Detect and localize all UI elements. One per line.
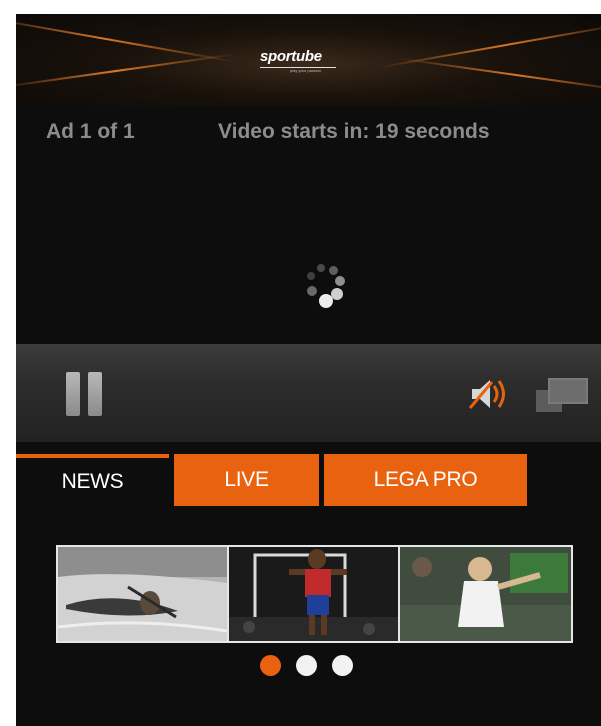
light-streak xyxy=(16,15,235,63)
tab-news[interactable]: NEWS xyxy=(16,460,169,504)
tab-news-label: NEWS xyxy=(61,470,124,493)
loading-spinner-icon xyxy=(301,262,349,310)
logo-text: sportube xyxy=(260,48,322,65)
video-player-frame: sportube play your passion Ad 1 of 1 Vid… xyxy=(16,14,601,726)
basketball-image xyxy=(229,547,398,641)
canoe-image xyxy=(58,547,227,641)
thumbnail-canoe[interactable] xyxy=(58,547,227,641)
thumbnail-tennis[interactable] xyxy=(400,547,571,641)
category-tabs: NEWS LIVE LEGA PRO xyxy=(16,454,601,510)
page-dot-2[interactable] xyxy=(296,655,317,676)
light-streak xyxy=(397,57,601,93)
player-control-bar xyxy=(16,344,601,442)
fullscreen-icon xyxy=(536,378,588,412)
ad-countdown-label: Video starts in: 19 seconds xyxy=(218,120,490,143)
thumbnail-basketball[interactable] xyxy=(229,547,398,641)
tab-live[interactable]: LIVE xyxy=(174,454,319,506)
ad-count-label: Ad 1 of 1 xyxy=(46,120,135,143)
tab-lega-pro[interactable]: LEGA PRO xyxy=(324,454,527,506)
header-banner: sportube play your passion xyxy=(16,14,601,106)
tennis-image xyxy=(400,547,571,641)
light-streak xyxy=(377,21,601,69)
page-dot-1[interactable] xyxy=(260,655,281,676)
carousel-pagination xyxy=(260,655,360,677)
pause-button[interactable] xyxy=(66,372,110,416)
tab-live-label: LIVE xyxy=(224,468,269,491)
logo-tagline: play your passion xyxy=(290,68,322,73)
tab-lega-pro-label: LEGA PRO xyxy=(373,468,478,491)
light-streak xyxy=(16,53,235,89)
volume-icon xyxy=(468,380,505,409)
fullscreen-button[interactable] xyxy=(534,376,590,416)
active-tab-indicator xyxy=(16,454,169,458)
page-dot-3[interactable] xyxy=(332,655,353,676)
volume-button[interactable] xyxy=(468,374,510,414)
sportube-logo[interactable]: sportube play your passion xyxy=(260,48,370,73)
video-thumbnail-carousel xyxy=(56,545,573,643)
